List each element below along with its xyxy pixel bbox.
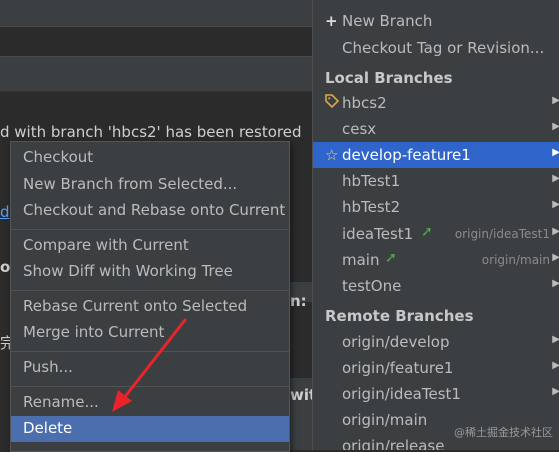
watermark: @稀土掘金技术社区 (454, 426, 553, 439)
annotation-arrow-icon (112, 318, 187, 412)
